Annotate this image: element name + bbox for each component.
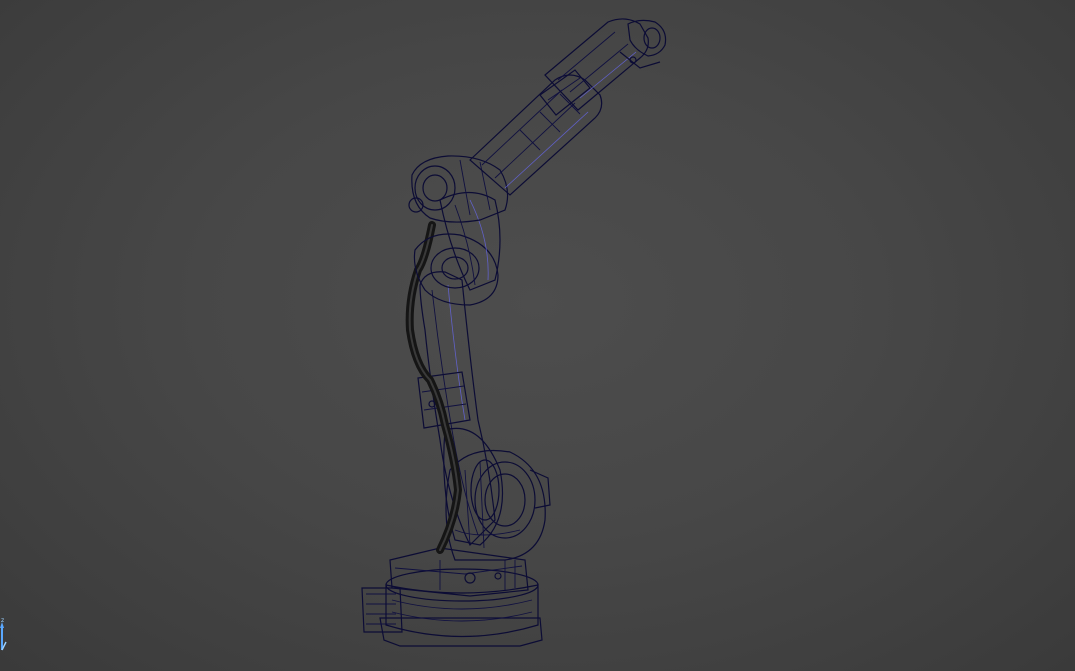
- axis-triad-icon[interactable]: z: [0, 610, 14, 660]
- robot-lower-arm: [417, 271, 504, 547]
- 3d-viewport[interactable]: z: [0, 0, 1075, 671]
- robot-shoulder: [445, 449, 551, 561]
- robot-wrist: [544, 18, 667, 111]
- robot-upper-arm: [469, 69, 603, 196]
- robot-forearm-housing: [408, 155, 509, 223]
- svg-text:z: z: [1, 617, 4, 624]
- robot-base: [361, 547, 543, 647]
- robot-arm-model[interactable]: [0, 0, 1075, 671]
